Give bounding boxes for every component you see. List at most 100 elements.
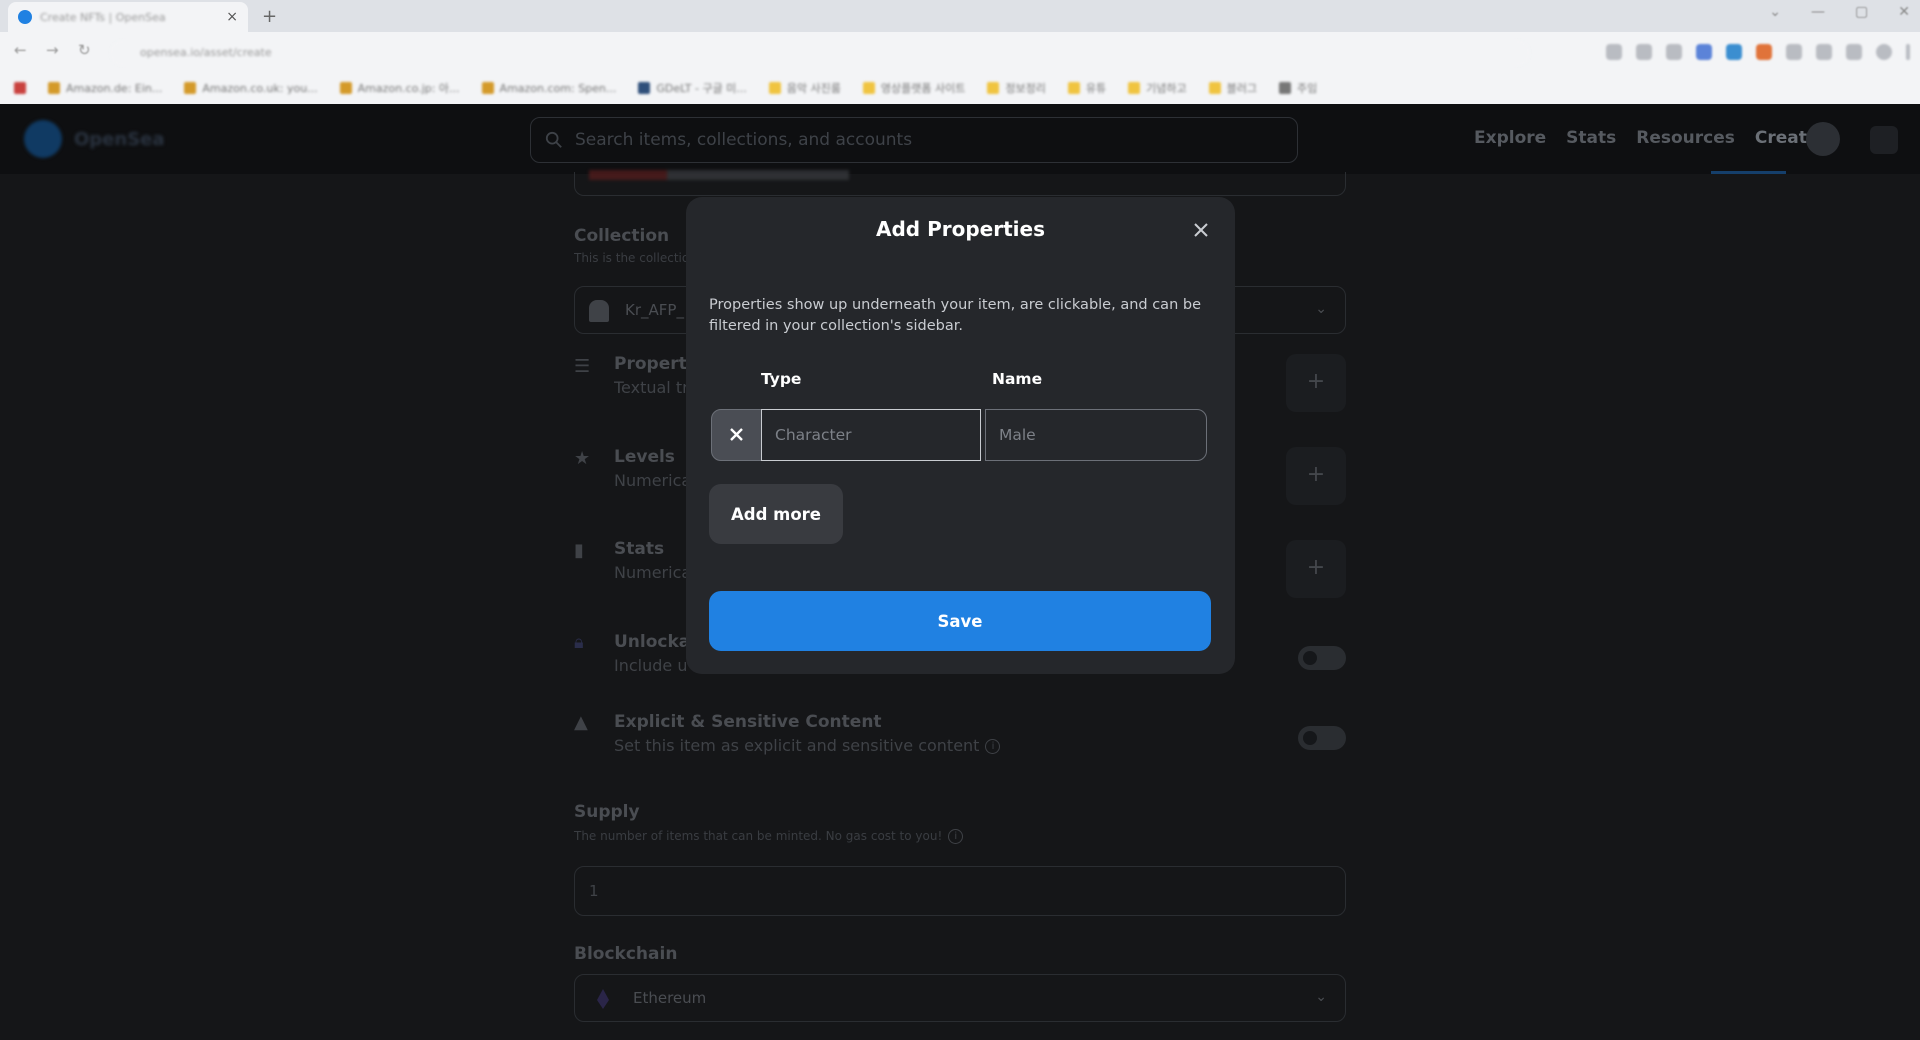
bookmark-item[interactable]: 기념하고: [1128, 80, 1187, 96]
folder-icon: [1208, 82, 1221, 94]
explicit-toggle[interactable]: [1298, 726, 1346, 750]
tab-title: Create NFTs | OpenSea: [40, 10, 166, 24]
bookmark-item[interactable]: [14, 82, 26, 94]
profile-icon[interactable]: [1876, 44, 1892, 60]
top-navbar: OpenSea Search items, collections, and a…: [0, 104, 1920, 174]
supply-value: 1: [589, 882, 599, 900]
window-search-icon[interactable]: ⌄: [1769, 4, 1781, 20]
collection-title: Collection: [574, 226, 670, 246]
logo-text: OpenSea: [74, 128, 165, 150]
collection-avatar-icon: [589, 300, 609, 322]
explicit-title: Explicit & Sensitive Content: [614, 712, 882, 732]
supply-subtitle-text: The number of items that can be minted. …: [574, 829, 943, 843]
extensions-row: [1606, 44, 1910, 60]
explicit-subtitle: Set this item as explicit and sensitive …: [614, 736, 1001, 755]
add-levels-button[interactable]: +: [1286, 447, 1346, 505]
back-icon[interactable]: ←: [14, 41, 27, 59]
bookmark-item[interactable]: GDeLT - 구글 미...: [638, 80, 747, 96]
bookmark-item[interactable]: Amazon.co.jp: 아...: [339, 80, 460, 96]
address-bar[interactable]: opensea.io/asset/create: [110, 40, 1530, 66]
remove-property-button[interactable]: [711, 409, 762, 461]
tab-close-icon[interactable]: ×: [226, 9, 238, 25]
bookmark-icon: [1278, 82, 1291, 94]
browser-tab-strip: Create NFTs | OpenSea × + ⌄ — ▢ ✕: [0, 0, 1920, 32]
bookmark-item[interactable]: 정보정리: [987, 80, 1046, 96]
extension-icon[interactable]: [1666, 44, 1682, 60]
add-properties-button[interactable]: +: [1286, 354, 1346, 412]
extension-icon[interactable]: [1726, 44, 1742, 60]
search-placeholder: Search items, collections, and accounts: [575, 130, 913, 150]
close-icon[interactable]: [1188, 217, 1214, 243]
add-stats-button[interactable]: +: [1286, 540, 1346, 598]
chevron-down-icon: ⌄: [1315, 989, 1327, 1005]
bookmark-icon: [481, 82, 494, 94]
browser-tab[interactable]: Create NFTs | OpenSea ×: [8, 2, 248, 32]
nav-stats[interactable]: Stats: [1566, 128, 1616, 148]
info-icon[interactable]: i: [985, 739, 1001, 754]
star-icon: ★: [574, 448, 591, 469]
unlockable-title: Unlockable Content: [614, 632, 686, 652]
modal-description: Properties show up underneath your item,…: [709, 297, 1201, 334]
unlockable-subtitle: Include unlockable content that can only…: [614, 656, 686, 675]
info-icon[interactable]: i: [948, 829, 964, 844]
list-icon: ☰: [574, 356, 591, 377]
add-more-button[interactable]: Add more: [709, 484, 843, 544]
type-column-header: Type: [761, 370, 802, 388]
ethereum-icon: [597, 989, 609, 1009]
window-controls: ⌄ — ▢ ✕: [1769, 4, 1910, 20]
main-nav: Explore Stats Resources Create: [1474, 128, 1818, 148]
cart-icon[interactable]: [1870, 126, 1898, 154]
extension-icon[interactable]: [1846, 44, 1862, 60]
property-type-input[interactable]: [761, 409, 981, 461]
profile-avatar-icon[interactable]: [1806, 122, 1840, 156]
reload-icon[interactable]: ↻: [78, 41, 91, 59]
supply-input[interactable]: 1: [574, 866, 1346, 916]
bookmark-item[interactable]: 블러그: [1208, 80, 1257, 96]
description-field[interactable]: [574, 170, 1346, 196]
bookmark-item[interactable]: 주임: [1278, 80, 1317, 96]
stats-subtitle: Numerical traits that just show as numbe…: [614, 563, 686, 582]
name-column-header: Name: [992, 370, 1043, 388]
bookmark-item[interactable]: Amazon.de: Ein...: [48, 82, 162, 95]
metamask-icon[interactable]: [1756, 44, 1772, 60]
maximize-icon[interactable]: ▢: [1855, 4, 1868, 20]
warning-icon: ▲: [574, 712, 588, 733]
folder-icon: [1067, 82, 1080, 94]
bookmark-item[interactable]: Amazon.co.uk: you...: [184, 82, 318, 95]
search-bar[interactable]: Search items, collections, and accounts: [530, 117, 1298, 163]
bar-chart-icon: ▮: [574, 540, 584, 561]
bookmark-item[interactable]: 영상플랫폼 사이트: [862, 80, 965, 96]
unlockable-toggle[interactable]: [1298, 646, 1346, 670]
levels-subtitle: Numerical traits that show as a progress…: [614, 471, 686, 490]
explicit-subtitle-text: Set this item as explicit and sensitive …: [614, 736, 980, 755]
window-close-icon[interactable]: ✕: [1898, 4, 1910, 20]
nav-explore[interactable]: Explore: [1474, 128, 1546, 148]
folder-icon: [862, 82, 875, 94]
extension-icon[interactable]: [1816, 44, 1832, 60]
blockchain-select[interactable]: Ethereum ⌄: [574, 974, 1346, 1022]
save-button[interactable]: Save: [709, 591, 1211, 651]
extension-icon[interactable]: [1696, 44, 1712, 60]
extension-icon[interactable]: [1606, 44, 1622, 60]
bookmark-item[interactable]: Amazon.com: Spen...: [481, 82, 616, 95]
bookmark-item[interactable]: 음악 사진룸: [768, 80, 841, 96]
search-icon: [545, 131, 562, 148]
property-name-input[interactable]: [985, 409, 1207, 461]
supply-title: Supply: [574, 802, 640, 822]
close-icon: [730, 428, 743, 441]
opensea-logo[interactable]: OpenSea: [24, 120, 165, 158]
bookmark-icon: [48, 82, 60, 94]
modal-title: Add Properties: [876, 217, 1045, 241]
forward-icon[interactable]: →: [46, 41, 59, 59]
supply-subtitle: The number of items that can be minted. …: [574, 829, 964, 844]
nav-resources[interactable]: Resources: [1636, 128, 1735, 148]
menu-icon[interactable]: [1906, 44, 1910, 60]
minimize-icon[interactable]: —: [1811, 4, 1825, 20]
add-properties-modal: Add Properties Properties show up undern…: [686, 197, 1235, 674]
bookmark-item[interactable]: 유튜: [1067, 80, 1106, 96]
extension-icon[interactable]: [1786, 44, 1802, 60]
new-tab-button[interactable]: +: [262, 6, 277, 27]
opensea-favicon-icon: [18, 10, 32, 24]
bookmark-icon: [638, 82, 651, 94]
extension-icon[interactable]: [1636, 44, 1652, 60]
